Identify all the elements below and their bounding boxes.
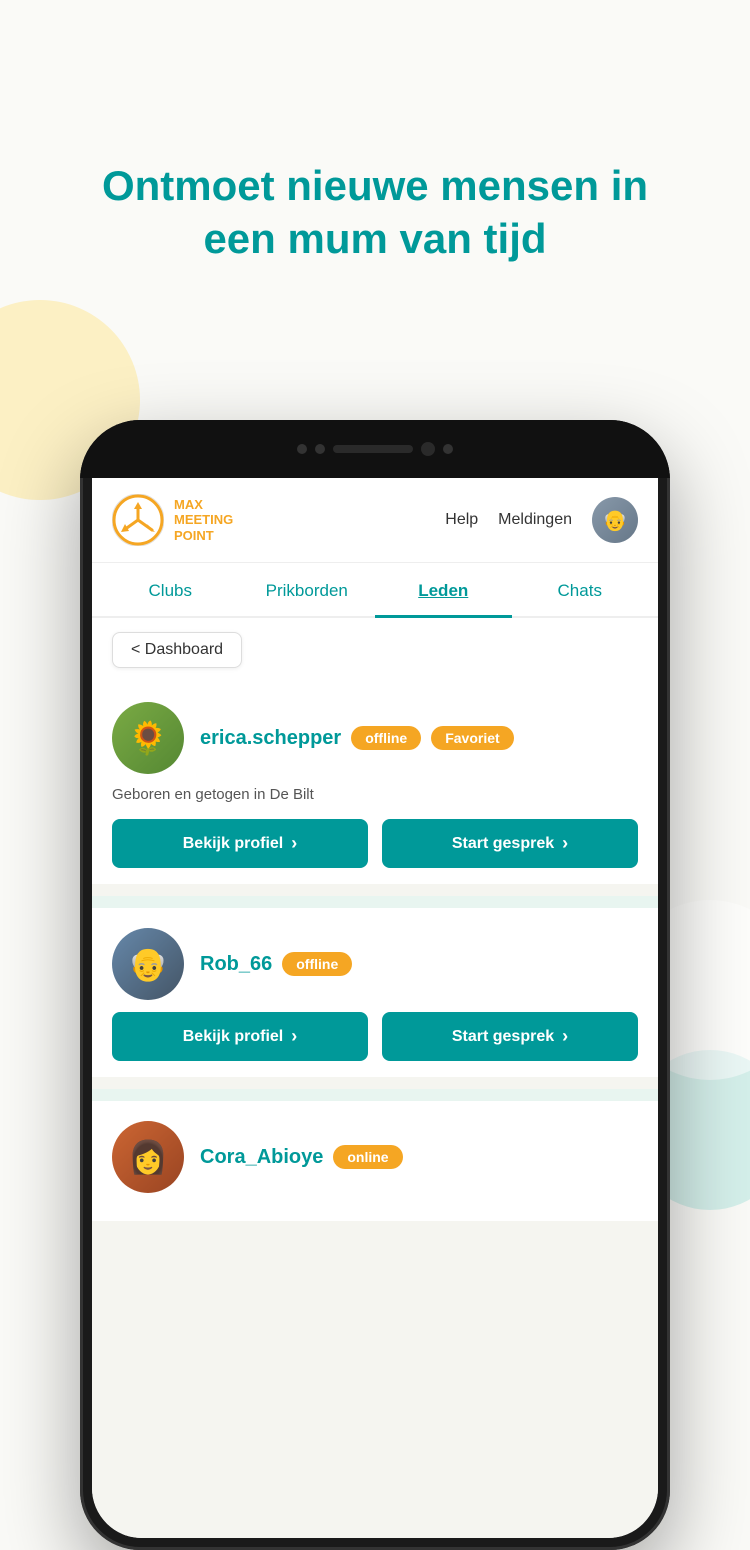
dashboard-back-button[interactable]: < Dashboard bbox=[112, 632, 242, 668]
user-avatar[interactable]: 👴 bbox=[592, 497, 638, 543]
notch-camera bbox=[421, 442, 435, 456]
hero-title: Ontmoet nieuwe mensen in een mum van tij… bbox=[0, 160, 750, 265]
member-info: Cora_Abioye online bbox=[200, 1145, 638, 1169]
member-name-row: Rob_66 offline bbox=[200, 952, 638, 976]
chevron-right-icon: › bbox=[562, 1026, 568, 1047]
member-actions: Bekijk profiel › Start gesprek › bbox=[112, 819, 638, 868]
member-bio: Geboren en getogen in De Bilt bbox=[112, 786, 638, 803]
view-profile-button[interactable]: Bekijk profiel › bbox=[112, 819, 368, 868]
content-area: 🌻 erica.schepper offline Favoriet Gebore… bbox=[92, 682, 658, 1538]
start-chat-label: Start gesprek bbox=[452, 835, 554, 853]
member-name: Cora_Abioye bbox=[200, 1146, 323, 1169]
chevron-right-icon: › bbox=[291, 833, 297, 854]
start-chat-button[interactable]: Start gesprek › bbox=[382, 819, 638, 868]
member-avatar: 👩 bbox=[112, 1121, 184, 1193]
member-card: 🌻 erica.schepper offline Favoriet Gebore… bbox=[92, 682, 658, 884]
member-info: Rob_66 offline bbox=[200, 952, 638, 976]
logo-text: MAX MEETING POINT bbox=[174, 497, 233, 544]
member-avatar: 👴 bbox=[112, 928, 184, 1000]
help-link[interactable]: Help bbox=[445, 511, 478, 529]
header-nav: Help Meldingen 👴 bbox=[445, 497, 638, 543]
notch-dot-3 bbox=[443, 444, 453, 454]
start-chat-label: Start gesprek bbox=[452, 1028, 554, 1046]
app-header: MAX MEETING POINT Help Meldingen 👴 bbox=[92, 478, 658, 563]
tab-clubs[interactable]: Clubs bbox=[102, 563, 239, 618]
start-chat-button[interactable]: Start gesprek › bbox=[382, 1012, 638, 1061]
view-profile-label: Bekijk profiel bbox=[183, 1028, 283, 1046]
member-info: erica.schepper offline Favoriet bbox=[200, 726, 638, 750]
member-card: 👩 Cora_Abioye online bbox=[92, 1101, 658, 1221]
chevron-right-icon: › bbox=[562, 833, 568, 854]
phone-screen: MAX MEETING POINT Help Meldingen 👴 Clubs… bbox=[92, 478, 658, 1538]
view-profile-label: Bekijk profiel bbox=[183, 835, 283, 853]
chevron-right-icon: › bbox=[291, 1026, 297, 1047]
section-divider bbox=[92, 1089, 658, 1101]
member-name-row: Cora_Abioye online bbox=[200, 1145, 638, 1169]
notch-speaker bbox=[333, 445, 413, 453]
member-actions: Bekijk profiel › Start gesprek › bbox=[112, 1012, 638, 1061]
tab-chats[interactable]: Chats bbox=[512, 563, 649, 618]
member-header: 👩 Cora_Abioye online bbox=[112, 1121, 638, 1193]
tab-prikborden[interactable]: Prikborden bbox=[239, 563, 376, 618]
status-badge: offline bbox=[282, 952, 352, 976]
member-name: erica.schepper bbox=[200, 727, 341, 750]
member-header: 👴 Rob_66 offline bbox=[112, 928, 638, 1000]
favoriet-badge: Favoriet bbox=[431, 726, 513, 750]
member-header: 🌻 erica.schepper offline Favoriet bbox=[112, 702, 638, 774]
logo-icon bbox=[112, 494, 164, 546]
notch-dot-2 bbox=[315, 444, 325, 454]
notifications-link[interactable]: Meldingen bbox=[498, 511, 572, 529]
breadcrumb-bar: < Dashboard bbox=[92, 618, 658, 682]
member-card: 👴 Rob_66 offline Bekijk profiel › St bbox=[92, 908, 658, 1077]
member-name: Rob_66 bbox=[200, 953, 272, 976]
member-avatar: 🌻 bbox=[112, 702, 184, 774]
logo[interactable]: MAX MEETING POINT bbox=[112, 494, 233, 546]
member-name-row: erica.schepper offline Favoriet bbox=[200, 726, 638, 750]
phone-frame: MAX MEETING POINT Help Meldingen 👴 Clubs… bbox=[80, 420, 670, 1550]
status-badge: offline bbox=[351, 726, 421, 750]
status-badge: online bbox=[333, 1145, 402, 1169]
notch-dot-1 bbox=[297, 444, 307, 454]
view-profile-button[interactable]: Bekijk profiel › bbox=[112, 1012, 368, 1061]
tab-leden[interactable]: Leden bbox=[375, 563, 512, 618]
phone-notch bbox=[80, 420, 670, 478]
nav-tabs: Clubs Prikborden Leden Chats bbox=[92, 563, 658, 618]
section-divider bbox=[92, 896, 658, 908]
